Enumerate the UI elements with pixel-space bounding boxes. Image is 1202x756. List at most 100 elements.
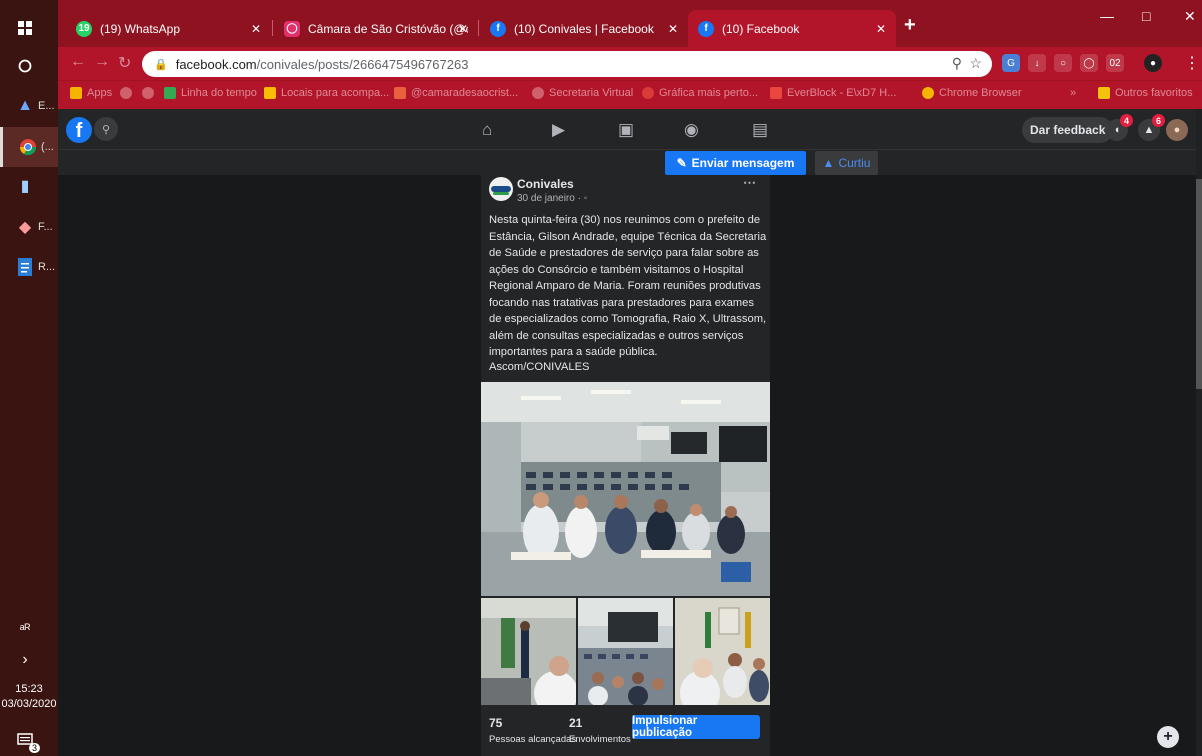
bookmark-star-icon[interactable]: ☆ xyxy=(969,55,982,72)
maximize-button[interactable]: □ xyxy=(1142,8,1150,24)
forward-icon[interactable]: → xyxy=(94,53,110,71)
pencil-icon: ✎ xyxy=(676,156,687,170)
search-icon[interactable]: ⚲ xyxy=(94,117,118,141)
engagements-count: 21 xyxy=(569,716,583,730)
app-icon: ◆ xyxy=(18,219,32,236)
extension-translate-icon[interactable]: G xyxy=(1002,54,1020,72)
close-icon[interactable]: ✕ xyxy=(668,22,678,36)
bookmarks-overflow[interactable]: » xyxy=(1070,87,1076,99)
post-card: Conivales 30 de janeiro · ◦ ⋯ Nesta quin… xyxy=(481,175,770,756)
bookmarks-bar: Apps Linha do tempo Locais para acompa..… xyxy=(58,80,1202,109)
messenger-button[interactable]: ◖ 4 xyxy=(1106,114,1133,141)
people-icon: ᵃᴿ xyxy=(19,620,31,636)
post-photo-small-1[interactable] xyxy=(481,598,576,705)
extension-icon[interactable]: ○ xyxy=(1054,54,1072,72)
scrollbar-thumb[interactable] xyxy=(1196,179,1202,389)
post-date[interactable]: 30 de janeiro · ◦ xyxy=(517,193,587,204)
new-message-button[interactable]: + xyxy=(1157,726,1179,748)
taskbar-app-e[interactable]: ▲ E... xyxy=(0,86,58,126)
bookmark-secretaria[interactable]: Secretaria Virtual xyxy=(532,87,633,99)
bookmark-camara[interactable]: @camaradesaocrist... xyxy=(394,87,518,99)
notifications-button[interactable]: ▲ 6 xyxy=(1138,114,1165,141)
profile-avatar[interactable]: ● xyxy=(1144,54,1162,72)
watch-icon[interactable]: ▶ xyxy=(552,120,565,140)
notification-count: 3 xyxy=(28,743,40,753)
close-window-button[interactable]: ✕ xyxy=(1184,8,1196,25)
extension-02-icon[interactable]: 02 xyxy=(1106,54,1124,72)
post-photo-small-3[interactable] xyxy=(675,598,770,705)
bookmark-outros-favoritos[interactable]: Outros favoritos xyxy=(1098,87,1193,99)
plus-icon: + xyxy=(1163,728,1173,745)
bookmark-grafica[interactable]: Gráfica mais perto... xyxy=(642,87,758,99)
action-center-button[interactable]: 3 xyxy=(0,720,58,756)
show-more-button[interactable]: › xyxy=(0,640,58,680)
engagements-label: Envolvimentos xyxy=(569,734,631,745)
post-signature: Ascom/CONIVALES xyxy=(489,361,590,373)
bookmark-chrome-browser[interactable]: Chrome Browser xyxy=(922,87,1022,99)
more-options-icon[interactable]: ⋯ xyxy=(743,175,756,191)
boost-post-button[interactable]: Impulsionar publicação xyxy=(632,715,760,739)
clock-date: 03/03/2020 xyxy=(1,698,57,710)
feedback-button[interactable]: Dar feedback xyxy=(1022,117,1114,143)
bookmark-globe[interactable] xyxy=(120,87,137,99)
post-photo-small-2[interactable] xyxy=(578,598,673,705)
groups-icon[interactable]: ◉ xyxy=(684,120,699,140)
reload-icon[interactable]: ↻ xyxy=(118,53,131,73)
taskbar-chrome[interactable]: (... xyxy=(0,127,58,167)
tab-instagram[interactable]: ◯ Câmara de São Cristóvão (@cam ✕ xyxy=(274,10,478,47)
bookmark-globe-2[interactable] xyxy=(142,87,159,99)
facebook-icon: f xyxy=(698,20,714,37)
maps-icon xyxy=(164,87,176,99)
bookmark-apps[interactable]: Apps xyxy=(70,87,112,99)
facebook-icon: f xyxy=(490,20,506,37)
taskbar-app-r[interactable]: R... xyxy=(0,247,58,287)
zoom-icon[interactable]: ⚲ xyxy=(952,55,962,72)
back-icon[interactable]: ← xyxy=(70,53,86,71)
bookmark-locais[interactable]: Locais para acompa... xyxy=(264,87,389,99)
tab-whatsapp[interactable]: 19 (19) WhatsApp ✕ xyxy=(66,10,271,47)
page-avatar[interactable] xyxy=(489,177,513,201)
globe-icon xyxy=(142,87,154,99)
address-bar[interactable]: 🔒 facebook.com /conivales/posts/26664754… xyxy=(142,51,992,77)
bookmark-linha-do-tempo[interactable]: Linha do tempo xyxy=(164,87,257,99)
close-icon[interactable]: ✕ xyxy=(251,22,261,36)
system-clock[interactable]: 15:23 03/03/2020 xyxy=(0,682,58,712)
taskbar-app-book[interactable]: ▮ xyxy=(0,166,58,206)
folder-icon xyxy=(1098,87,1110,99)
drive-icon xyxy=(264,87,276,99)
browser-toolbar: ← → ↻ 🔒 facebook.com /conivales/posts/26… xyxy=(58,47,1202,80)
gaming-icon[interactable]: ▤ xyxy=(752,120,768,140)
new-tab-button[interactable]: + xyxy=(904,14,916,37)
apps-grid-icon xyxy=(70,87,82,99)
extension-download-icon[interactable]: ↓ xyxy=(1028,54,1046,72)
page-scrollbar[interactable] xyxy=(1196,109,1202,756)
browser-tab-strip: 19 (19) WhatsApp ✕ ◯ Câmara de São Crist… xyxy=(58,0,1202,47)
cortana-icon xyxy=(14,55,36,77)
liked-button[interactable]: ▲ Curtiu xyxy=(815,151,878,175)
messenger-badge: 4 xyxy=(1120,114,1133,127)
send-message-button[interactable]: ✎ Enviar mensagem xyxy=(665,151,806,175)
globe-icon: ◦ xyxy=(583,193,588,204)
home-icon[interactable]: ⌂ xyxy=(482,120,492,140)
app-icon: ▮ xyxy=(20,178,30,195)
facebook-logo[interactable]: f xyxy=(66,117,92,143)
cortana-button[interactable] xyxy=(0,46,58,86)
people-reached-label: Pessoas alcançadas xyxy=(489,734,577,745)
tab-facebook-active[interactable]: f (10) Facebook ✕ xyxy=(688,10,896,47)
instagram-icon: ◯ xyxy=(284,20,300,37)
tab-conivales-facebook[interactable]: f (10) Conivales | Facebook ✕ xyxy=(480,10,688,47)
post-photo-main[interactable] xyxy=(481,382,770,596)
minimize-button[interactable]: — xyxy=(1100,8,1114,24)
start-button[interactable] xyxy=(0,8,58,48)
close-icon[interactable]: ✕ xyxy=(876,22,886,36)
post-author[interactable]: Conivales xyxy=(517,177,574,191)
bookmark-everblock[interactable]: EverBlock - E\xD7 H... xyxy=(770,87,896,99)
globe-icon xyxy=(532,87,544,99)
menu-kebab-icon[interactable]: ⋮ xyxy=(1184,53,1200,73)
marketplace-icon[interactable]: ▣ xyxy=(618,120,634,140)
taskbar-app-f[interactable]: ◆ F... xyxy=(0,207,58,247)
close-icon[interactable]: ✕ xyxy=(458,22,468,36)
extension-pocket-icon[interactable]: ◯ xyxy=(1080,54,1098,72)
notification-icon: 3 xyxy=(14,729,40,753)
account-avatar[interactable]: ● xyxy=(1166,119,1188,141)
